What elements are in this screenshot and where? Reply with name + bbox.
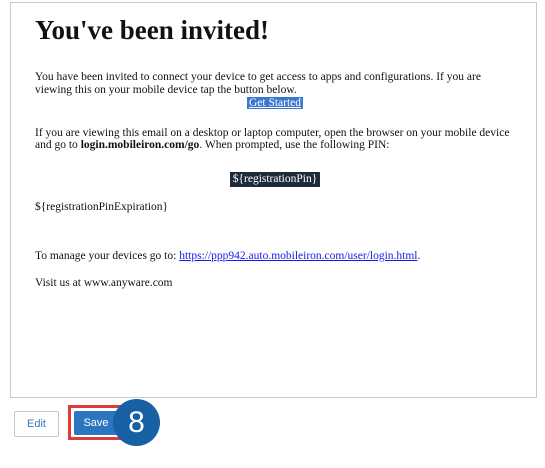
pin-expiration: ${registrationPinExpiration} (35, 200, 169, 213)
desktop-instructions: If you are viewing this email on a deskt… (35, 127, 515, 152)
pin-wrap: ${registrationPin} (35, 171, 515, 187)
intro-text: You have been invited to connect your de… (35, 71, 481, 96)
manage-text: To manage your devices go to: (35, 250, 180, 262)
visit-text: Visit us at www.anyware.com (35, 276, 173, 289)
email-preview-frame: You've been invited! You have been invit… (10, 2, 537, 398)
get-started-link[interactable]: Get Started (246, 97, 304, 109)
step-number-badge: 8 (113, 399, 160, 446)
get-started-wrap: Get Started (35, 97, 515, 110)
manage-text-after: . (417, 250, 421, 262)
registration-pin: ${registrationPin} (229, 171, 321, 187)
manage-devices-link[interactable]: https://ppp942.auto.mobileiron.com/user/… (179, 250, 417, 262)
edit-button[interactable]: Edit (14, 411, 59, 437)
email-heading: You've been invited! (35, 15, 270, 45)
manage-devices-text: To manage your devices go to: https://pp… (35, 250, 515, 263)
desktop-text-after: . When prompted, use the following PIN: (199, 139, 390, 151)
login-url-text: login.mobileiron.com/go (80, 139, 200, 151)
email-body: You've been invited! You have been invit… (35, 11, 515, 289)
save-button[interactable]: Save (74, 411, 118, 435)
